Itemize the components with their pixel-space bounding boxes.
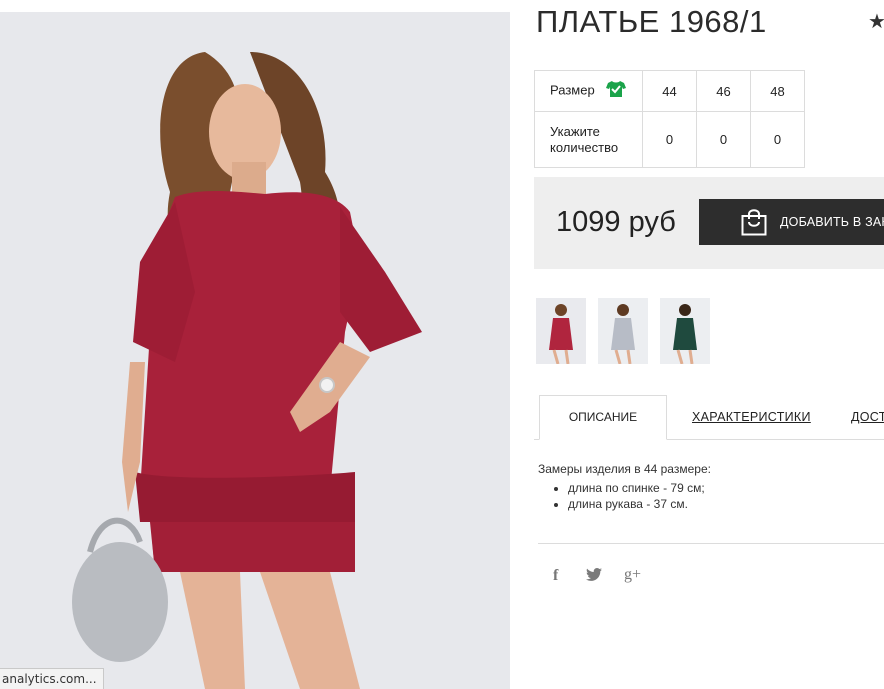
shopping-bag-icon bbox=[741, 208, 767, 239]
price: 1099 руб bbox=[556, 206, 676, 238]
thumbnail-green-dress[interactable] bbox=[660, 298, 710, 364]
quantity-input-44[interactable]: 0 bbox=[642, 111, 697, 168]
add-to-cart-button[interactable]: ДОБАВИТЬ В ЗАКАЗ bbox=[699, 199, 884, 245]
model-photo-illustration bbox=[0, 12, 510, 689]
quantity-input-48[interactable]: 0 bbox=[750, 111, 805, 168]
tab-description[interactable]: ОПИСАНИЕ bbox=[539, 395, 667, 440]
add-to-cart-label: ДОБАВИТЬ В ЗАКАЗ bbox=[780, 215, 884, 229]
facebook-icon[interactable]: f bbox=[553, 567, 558, 585]
description-content: Замеры изделия в 44 размере: длина по сп… bbox=[538, 462, 711, 512]
size-option-46[interactable]: 46 bbox=[696, 70, 751, 112]
list-item: длина рукава - 37 см. bbox=[568, 496, 711, 512]
google-plus-icon[interactable]: g+ bbox=[624, 566, 641, 584]
size-table: Размер 44 46 48 Укажите количество 0 0 0 bbox=[534, 70, 805, 168]
quantity-row: Укажите количество 0 0 0 bbox=[534, 111, 805, 168]
size-label-cell: Размер bbox=[534, 70, 643, 112]
tab-characteristics[interactable]: ХАРАКТЕРИСТИКИ bbox=[692, 410, 811, 424]
browser-status-bar: analytics.com... bbox=[0, 668, 104, 689]
quantity-label-line1: Укажите bbox=[550, 123, 600, 139]
product-main-photo[interactable] bbox=[0, 12, 510, 689]
star-icon[interactable]: ★ bbox=[868, 9, 884, 34]
twitter-icon[interactable] bbox=[586, 568, 602, 585]
quantity-label-line2: количество bbox=[550, 139, 619, 155]
size-guide-shirt-icon[interactable] bbox=[606, 80, 627, 102]
size-option-48[interactable]: 48 bbox=[750, 70, 805, 112]
divider bbox=[538, 543, 884, 544]
size-option-44[interactable]: 44 bbox=[642, 70, 697, 112]
size-label: Размер bbox=[550, 82, 595, 98]
price-bar: 1099 руб ДОБАВИТЬ В ЗАКАЗ bbox=[534, 177, 884, 269]
description-intro: Замеры изделия в 44 размере: bbox=[538, 462, 711, 476]
list-item: длина по спинке - 79 см; bbox=[568, 480, 711, 496]
size-row: Размер 44 46 48 bbox=[534, 70, 805, 112]
thumbnail-red-dress[interactable] bbox=[536, 298, 586, 364]
product-title: ПЛАТЬЕ 1968/1 bbox=[536, 4, 767, 39]
tab-delivery[interactable]: ДОСТАВКА bbox=[851, 410, 884, 424]
quantity-input-46[interactable]: 0 bbox=[696, 111, 751, 168]
thumbnail-grey-dress[interactable] bbox=[598, 298, 648, 364]
description-list: длина по спинке - 79 см; длина рукава - … bbox=[538, 480, 711, 512]
quantity-label: Укажите количество bbox=[534, 111, 643, 168]
